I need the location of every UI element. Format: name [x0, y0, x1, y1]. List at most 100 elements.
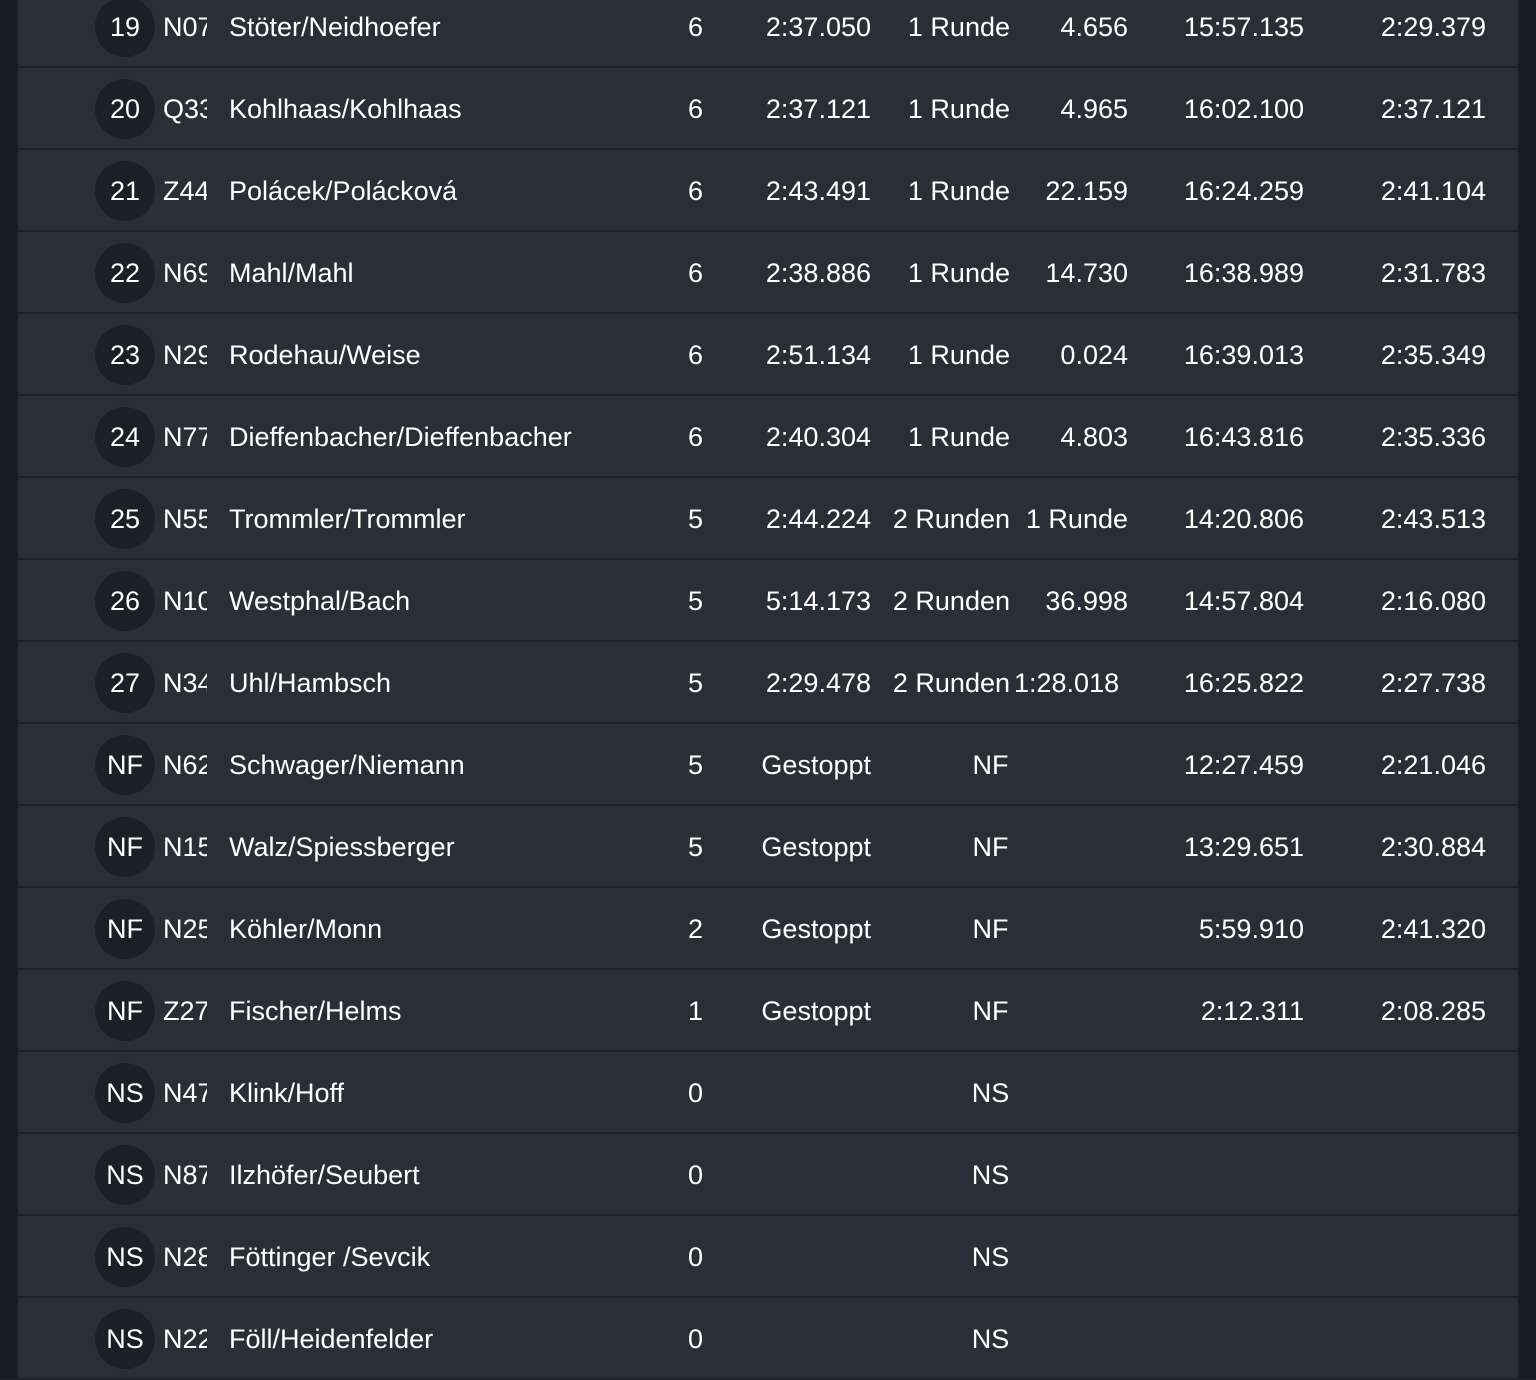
position-badge: NF	[95, 817, 155, 877]
table-row[interactable]: NS N47 Klink/Hoff 0 NS	[18, 1052, 1518, 1134]
position-badge: 24	[95, 407, 155, 467]
last-lap-time: 2:43.491	[765, 176, 871, 206]
laps-count: 6	[687, 176, 704, 206]
start-number: N22	[163, 1324, 207, 1354]
total-time: 16:25.822	[1183, 668, 1304, 698]
table-row[interactable]: NS N28 Föttinger /Sevcik 0 NS	[18, 1216, 1518, 1298]
start-number: N25	[163, 914, 207, 944]
last-lap-time: Gestoppt	[761, 914, 871, 944]
laps-count: 2	[687, 914, 704, 944]
best-lap-time: 2:16.080	[1380, 586, 1486, 616]
gap-to-previous	[1018, 1216, 1128, 1296]
laps-count: 0	[687, 1324, 704, 1354]
last-lap-time: 2:37.050	[765, 12, 871, 42]
last-lap-time: Gestoppt	[761, 996, 871, 1026]
table-row[interactable]: 23 N29 Rodehau/Weise 6 2:51.134 1 Runde 0.024 1…	[18, 314, 1518, 396]
laps-count: 5	[687, 832, 704, 862]
position-badge: 27	[95, 653, 155, 713]
last-lap-time: 2:44.224	[765, 504, 871, 534]
last-lap-time: 2:51.134	[765, 340, 871, 370]
position-badge: NF	[95, 981, 155, 1041]
gap-to-previous: 1 Runde	[1025, 504, 1128, 534]
driver-names: Mahl/Mahl	[229, 258, 354, 288]
position-badge: NS	[95, 1309, 155, 1369]
gap-to-leader: 1 Runde	[907, 258, 1010, 288]
position-badge: NS	[95, 1145, 155, 1205]
gap-to-previous: 22.159	[1045, 176, 1128, 206]
total-time: 16:43.816	[1183, 422, 1304, 452]
best-lap-time	[1338, 1052, 1486, 1132]
total-time: 5:59.910	[1198, 914, 1304, 944]
position-badge: 23	[95, 325, 155, 385]
position-badge: NS	[95, 1063, 155, 1123]
table-row[interactable]: 24 N77 Dieffenbacher/Dieffenbacher 6 2:40.30…	[18, 396, 1518, 478]
total-time: 16:39.013	[1183, 340, 1304, 370]
gap-to-previous	[1018, 724, 1128, 804]
best-lap-time: 2:31.783	[1380, 258, 1486, 288]
last-lap-time: 2:37.121	[765, 94, 871, 124]
laps-count: 1	[687, 996, 704, 1026]
gap-to-previous	[1018, 806, 1128, 886]
table-row[interactable]: 26 N10 Westphal/Bach 5 5:14.173 2 Runden 36.99…	[18, 560, 1518, 642]
driver-names: Föttinger /Sevcik	[229, 1242, 431, 1272]
total-time: 16:38.989	[1183, 258, 1304, 288]
table-row[interactable]: 25 N55 Trommler/Trommler 5 2:44.224 2 Runden 1…	[18, 478, 1518, 560]
gap-to-leader: 1 Runde	[907, 176, 1010, 206]
laps-count: 5	[687, 668, 704, 698]
gap-to-previous: 14.730	[1045, 258, 1128, 288]
gap-to-previous: 4.965	[1060, 94, 1128, 124]
laps-count: 6	[687, 340, 704, 370]
position-badge: NF	[95, 899, 155, 959]
table-row[interactable]: 21 Z44 Polácek/Polácková 6 2:43.491 1 Runde 22…	[18, 150, 1518, 232]
start-number: N77	[163, 422, 207, 452]
last-lap-time: 5:14.173	[765, 586, 871, 616]
total-time: 16:02.100	[1183, 94, 1304, 124]
table-row[interactable]: NF Z27 Fischer/Helms 1 Gestoppt NF 2:12.311 2:0…	[18, 970, 1518, 1052]
start-number: N87	[163, 1160, 207, 1190]
laps-count: 5	[687, 586, 704, 616]
start-number: N29	[163, 340, 207, 370]
driver-names: Schwager/Niemann	[229, 750, 465, 780]
driver-names: Dieffenbacher/Dieffenbacher	[229, 422, 572, 452]
position-badge: 22	[95, 243, 155, 303]
best-lap-time: 2:35.336	[1380, 422, 1486, 452]
start-number: N47	[163, 1078, 207, 1108]
last-lap-time: 2:40.304	[765, 422, 871, 452]
start-number: N55	[163, 504, 207, 534]
table-row[interactable]: NS N87 Ilzhöfer/Seubert 0 NS	[18, 1134, 1518, 1216]
total-time	[1148, 1052, 1304, 1132]
start-number: N15	[163, 832, 207, 862]
gap-to-leader: 1 Runde	[907, 422, 1010, 452]
table-row[interactable]: 19 N07 Stöter/Neidhoefer 6 2:37.050 1 Runde 4.…	[18, 0, 1518, 68]
start-number: Q33	[163, 94, 207, 124]
table-row[interactable]: 22 N69 Mahl/Mahl 6 2:38.886 1 Runde 14.730 16:3…	[18, 232, 1518, 314]
best-lap-time: 2:41.104	[1380, 176, 1486, 206]
driver-names: Polácek/Polácková	[229, 176, 458, 206]
driver-names: Trommler/Trommler	[229, 504, 466, 534]
gap-to-previous	[1018, 888, 1128, 968]
gap-to-previous: 36.998	[1045, 586, 1128, 616]
gap-to-leader: 1 Runde	[907, 94, 1010, 124]
table-row[interactable]: NF N15 Walz/Spiessberger 5 Gestoppt NF 13:29.6…	[18, 806, 1518, 888]
driver-names: Uhl/Hambsch	[229, 668, 392, 698]
last-lap-time: Gestoppt	[761, 832, 871, 862]
table-row[interactable]: 27 N34 Uhl/Hambsch 5 2:29.478 2 Runden 1:28.01…	[18, 642, 1518, 724]
gap-to-leader: 1 Runde	[907, 12, 1010, 42]
gap-to-previous	[1018, 1134, 1128, 1214]
position-badge: NF	[95, 735, 155, 795]
start-number: N10	[163, 586, 207, 616]
table-row[interactable]: NF N62 Schwager/Niemann 5 Gestoppt NF 12:27.45…	[18, 724, 1518, 806]
best-lap-time: 2:29.379	[1380, 12, 1486, 42]
total-time: 13:29.651	[1183, 832, 1304, 862]
total-time: 15:57.135	[1183, 12, 1304, 42]
best-lap-time	[1338, 1134, 1486, 1214]
results-table: 19 N07 Stöter/Neidhoefer 6 2:37.050 1 Runde 4.…	[18, 0, 1518, 1380]
gap-to-previous	[1018, 970, 1128, 1050]
best-lap-time: 2:30.884	[1380, 832, 1486, 862]
table-row[interactable]: NF N25 Köhler/Monn 2 Gestoppt NF 5:59.910 2:41.…	[18, 888, 1518, 970]
laps-count: 0	[687, 1242, 704, 1272]
gap-to-leader: 1 Runde	[907, 340, 1010, 370]
table-row[interactable]: 20 Q33 Kohlhaas/Kohlhaas 6 2:37.121 1 Runde 4.…	[18, 68, 1518, 150]
table-row[interactable]: NS N22 Föll/Heidenfelder 0 NS	[18, 1298, 1518, 1380]
laps-count: 0	[687, 1078, 704, 1108]
